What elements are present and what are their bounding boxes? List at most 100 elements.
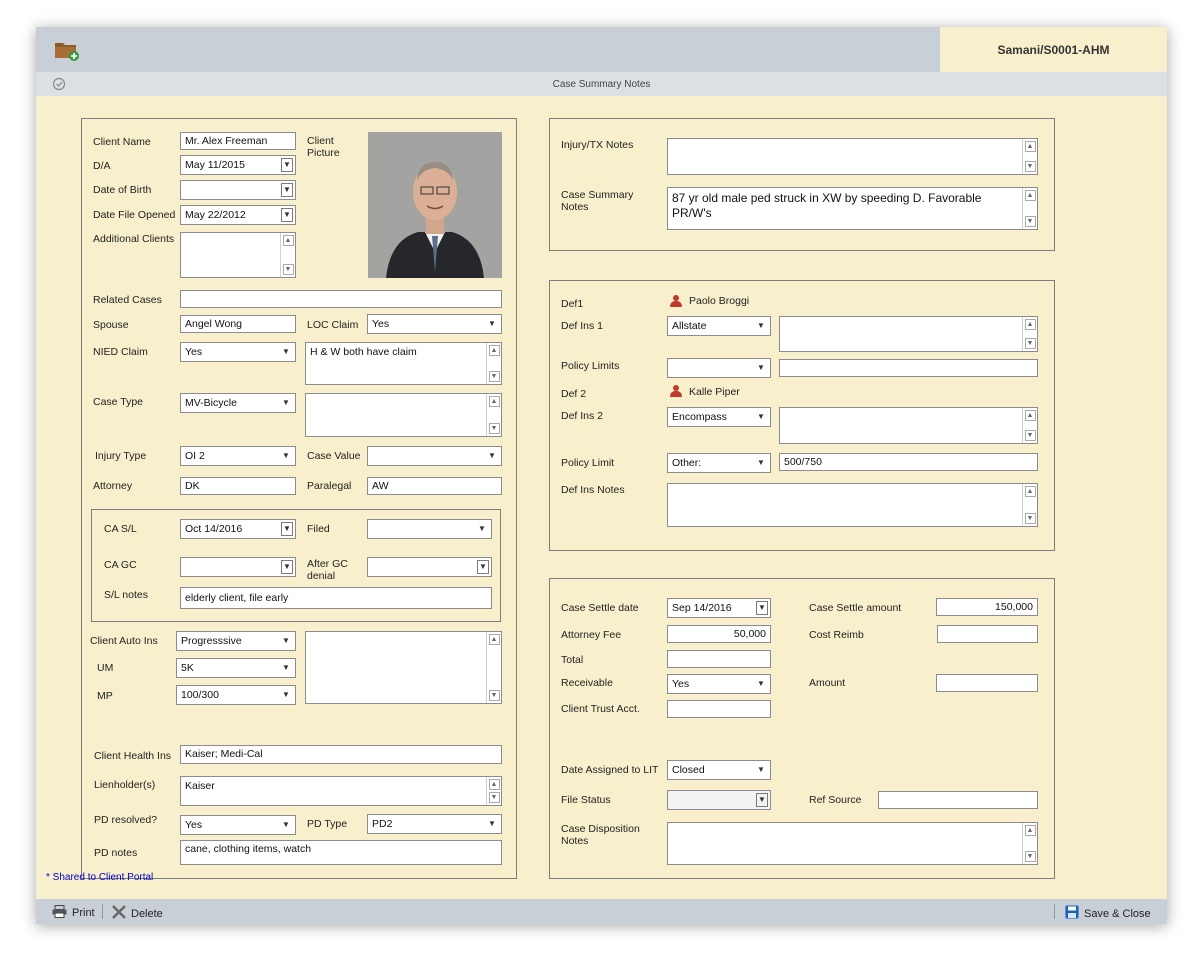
def-ins-1-select[interactable]: Allstate ▼ [667, 316, 771, 336]
chevron-down-icon[interactable]: ▼ [281, 158, 293, 172]
print-button[interactable]: Print [52, 905, 95, 921]
um-select[interactable]: 5K ▼ [176, 658, 296, 678]
pd-resolved-select[interactable]: Yes ▼ [180, 815, 296, 835]
case-type-notes[interactable]: ▲ ▼ [305, 393, 502, 437]
da-date-picker[interactable]: May 11/2015 ▼ [180, 155, 296, 175]
person-icon[interactable] [670, 385, 682, 397]
chevron-down-icon[interactable]: ▼ [281, 560, 293, 574]
chevron-down-icon[interactable]: ▼ [755, 454, 767, 472]
chevron-down-icon[interactable]: ▼ [756, 601, 768, 615]
policy-limits-select[interactable]: ▼ [667, 358, 771, 378]
chevron-down-icon[interactable]: ▼ [281, 522, 293, 536]
case-value-select[interactable]: ▼ [367, 446, 502, 466]
after-gc-denial-picker[interactable]: ▼ [367, 557, 492, 577]
def-ins-2-select[interactable]: Encompass ▼ [667, 407, 771, 427]
total-field[interactable] [667, 650, 771, 668]
policy-limit-field[interactable]: 500/750 [779, 453, 1038, 471]
paralegal-field[interactable]: AW [367, 477, 502, 495]
chevron-down-icon[interactable]: ▼ [755, 675, 767, 693]
chevron-down-icon[interactable]: ▼ [756, 793, 768, 807]
def2-name[interactable]: Kalle Piper [689, 386, 740, 398]
filed-select[interactable]: ▼ [367, 519, 492, 539]
scrollbar[interactable]: ▲ ▼ [280, 233, 295, 277]
dob-date-picker[interactable]: ▼ [180, 180, 296, 200]
scrollbar[interactable]: ▲ ▼ [1022, 408, 1037, 443]
chevron-down-icon[interactable]: ▼ [477, 560, 489, 574]
chevron-down-icon[interactable]: ▼ [280, 632, 292, 650]
save-close-button[interactable]: Save & Close [1065, 905, 1151, 922]
chevron-down-icon[interactable]: ▼ [476, 520, 488, 538]
injury-tx-notes-textarea[interactable]: ▲ ▼ [667, 138, 1038, 175]
scrollbar[interactable]: ▲ ▼ [486, 632, 501, 703]
client-auto-ins-select[interactable]: Progresssive ▼ [176, 631, 296, 651]
def-ins-2-notes[interactable]: ▲ ▼ [779, 407, 1038, 444]
scrollbar[interactable]: ▲ ▼ [1022, 139, 1037, 174]
chevron-down-icon[interactable]: ▼ [281, 208, 293, 222]
chevron-down-icon[interactable]: ▼ [280, 343, 292, 361]
scrollbar[interactable]: ▲ ▼ [1022, 484, 1037, 526]
scrollbar[interactable]: ▲ ▼ [486, 343, 501, 384]
chevron-down-icon[interactable]: ▼ [486, 315, 498, 333]
chevron-down-icon[interactable]: ▼ [281, 183, 293, 197]
chevron-down-icon[interactable]: ▼ [280, 447, 292, 465]
chevron-down-icon[interactable]: ▼ [755, 359, 767, 377]
client-trust-acct-field[interactable] [667, 700, 771, 718]
related-cases-field[interactable] [180, 290, 502, 308]
chevron-down-icon[interactable]: ▼ [755, 408, 767, 426]
lienholders-textarea[interactable]: Kaiser ▲ ▼ [180, 776, 502, 806]
case-settle-date-picker[interactable]: Sep 14/2016 ▼ [667, 598, 771, 618]
chevron-down-icon[interactable]: ▼ [486, 815, 498, 833]
chevron-down-icon[interactable]: ▼ [755, 317, 767, 335]
ca-sl-date-picker[interactable]: Oct 14/2016 ▼ [180, 519, 296, 539]
date-assigned-lit-select[interactable]: Closed ▼ [667, 760, 771, 780]
policy-limits-field[interactable] [779, 359, 1038, 377]
scrollbar[interactable]: ▲ ▼ [1022, 317, 1037, 351]
scrollbar[interactable]: ▲ ▼ [486, 777, 501, 805]
chevron-down-icon[interactable]: ▼ [280, 686, 292, 704]
scrollbar[interactable]: ▲ ▼ [1022, 823, 1037, 864]
def-ins-notes-textarea[interactable]: ▲ ▼ [667, 483, 1038, 527]
case-summary-notes-textarea[interactable]: 87 yr old male ped struck in XW by speed… [667, 187, 1038, 230]
client-name-field[interactable]: Mr. Alex Freeman [180, 132, 296, 150]
date-file-opened-picker[interactable]: May 22/2012 ▼ [180, 205, 296, 225]
attorney-fee-field[interactable]: 50,000 [667, 625, 771, 643]
amount-field[interactable] [936, 674, 1038, 692]
check-circle-icon[interactable] [52, 77, 66, 91]
def-ins-1-notes[interactable]: ▲ ▼ [779, 316, 1038, 352]
ref-source-field[interactable] [878, 791, 1038, 809]
injury-type-select[interactable]: OI 2 ▼ [180, 446, 296, 466]
file-status-select[interactable]: ▼ [667, 790, 771, 810]
cost-reimb-field[interactable] [937, 625, 1038, 643]
chevron-down-icon[interactable]: ▼ [280, 394, 292, 412]
attorney-field[interactable]: DK [180, 477, 296, 495]
nied-claim-select[interactable]: Yes ▼ [180, 342, 296, 362]
nied-claim-notes[interactable]: H & W both have claim ▲ ▼ [305, 342, 502, 385]
def1-name[interactable]: Paolo Broggi [689, 295, 749, 307]
chevron-down-icon[interactable]: ▼ [755, 761, 767, 779]
policy-limit-select[interactable]: Other: ▼ [667, 453, 771, 473]
pd-notes-field[interactable]: cane, clothing items, watch [180, 840, 502, 865]
case-type-select[interactable]: MV-Bicycle ▼ [180, 393, 296, 413]
scrollbar[interactable]: ▲ ▼ [486, 394, 501, 436]
ca-gc-date-picker[interactable]: ▼ [180, 557, 296, 577]
case-disposition-notes-textarea[interactable]: ▲ ▼ [667, 822, 1038, 865]
client-health-ins-field[interactable]: Kaiser; Medi-Cal [180, 745, 502, 764]
additional-clients-textarea[interactable]: ▲ ▼ [180, 232, 296, 278]
sl-notes-field[interactable]: elderly client, file early [180, 587, 492, 609]
chevron-down-icon[interactable]: ▼ [280, 816, 292, 834]
ca-gc-label: CA GC [104, 559, 137, 571]
loc-claim-select[interactable]: Yes ▼ [367, 314, 502, 334]
client-auto-ins-notes[interactable]: ▲ ▼ [305, 631, 502, 704]
receivable-select[interactable]: Yes ▼ [667, 674, 771, 694]
person-icon[interactable] [670, 295, 682, 307]
chevron-down-icon[interactable]: ▼ [280, 659, 292, 677]
mp-select[interactable]: 100/300 ▼ [176, 685, 296, 705]
spouse-field[interactable]: Angel Wong [180, 315, 296, 333]
delete-button[interactable]: Delete [112, 905, 163, 922]
pd-type-select[interactable]: PD2 ▼ [367, 814, 502, 834]
paralegal-label: Paralegal [307, 480, 352, 492]
case-settle-amount-field[interactable]: 150,000 [936, 598, 1038, 616]
chevron-down-icon[interactable]: ▼ [486, 447, 498, 465]
folder-add-icon[interactable] [54, 39, 80, 61]
scrollbar[interactable]: ▲ ▼ [1022, 188, 1037, 229]
